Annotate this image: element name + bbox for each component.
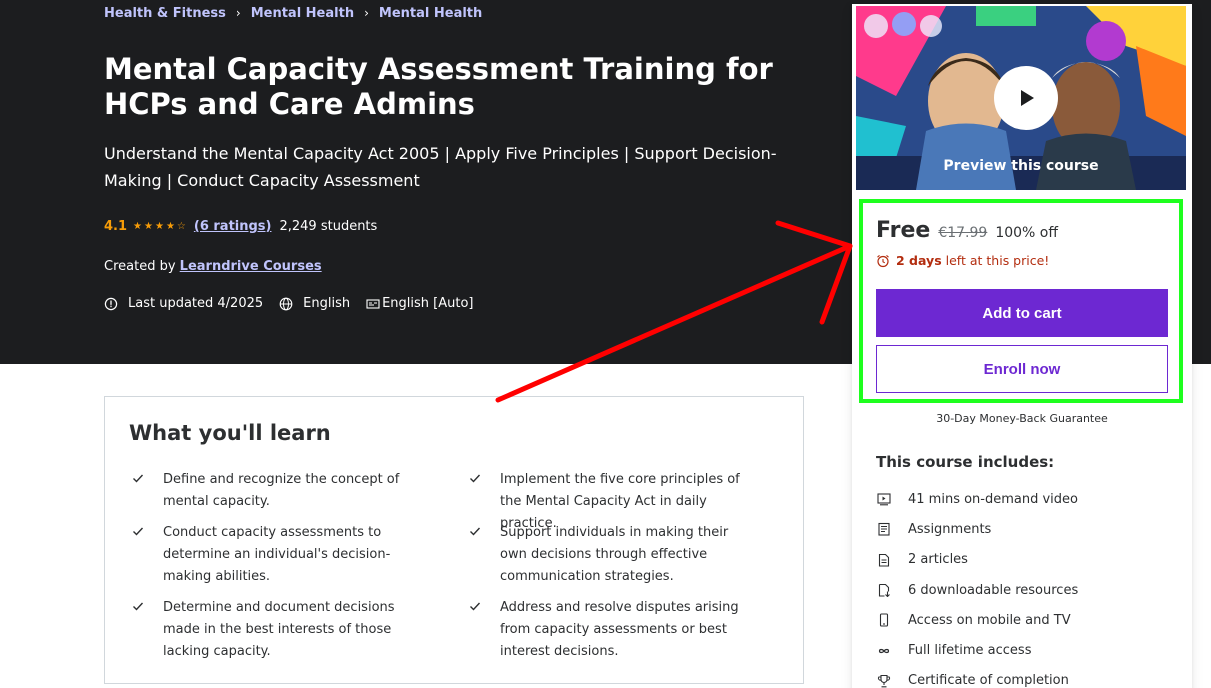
students-count: 2,249 students — [279, 219, 378, 234]
highlight-box — [859, 199, 1183, 403]
check-icon — [470, 527, 481, 536]
download-icon — [876, 582, 892, 598]
infinity-icon — [876, 643, 892, 659]
language: English — [279, 296, 350, 311]
star-icon: ★ — [144, 220, 153, 232]
learn-item: Conduct capacity assessments to determin… — [131, 522, 421, 588]
includes-item-articles: 2 articles — [876, 545, 1078, 575]
chevron-right-icon: › — [235, 6, 241, 20]
closed-captions-icon — [366, 297, 380, 311]
rating-row: 4.1 ★ ★ ★ ★ ☆ (6 ratings) 2,249 students — [104, 219, 377, 234]
includes-item-resources: 6 downloadable resources — [876, 575, 1078, 605]
check-icon — [133, 602, 144, 611]
last-updated: Last updated 4/2025 — [104, 296, 263, 311]
includes-item-mobile: Access on mobile and TV — [876, 605, 1078, 635]
course-preview[interactable]: Preview this course — [856, 6, 1186, 190]
captions: English [Auto] — [366, 296, 474, 311]
includes-item-video: 41 mins on-demand video — [876, 484, 1078, 514]
includes-item-assignments: Assignments — [876, 514, 1078, 544]
rating-value: 4.1 — [104, 219, 128, 234]
learn-item: Address and resolve disputes arising fro… — [468, 597, 758, 663]
play-icon — [1021, 90, 1034, 106]
play-button[interactable] — [994, 66, 1058, 130]
course-subtitle: Understand the Mental Capacity Act 2005 … — [104, 144, 777, 190]
created-by-label: Created by — [104, 259, 176, 274]
mobile-icon — [876, 612, 892, 628]
star-icon: ★ — [165, 220, 175, 232]
trophy-icon — [876, 673, 892, 688]
includes-item-lifetime: Full lifetime access — [876, 635, 1078, 665]
includes-list: 41 mins on-demand video Assignments 2 ar… — [876, 484, 1078, 688]
learn-item: Define and recognize the concept of ment… — [131, 469, 421, 513]
chevron-right-icon: › — [364, 6, 369, 20]
star-icon: ★ — [133, 220, 142, 232]
language-text: English — [303, 296, 351, 311]
captions-text: English [Auto] — [382, 296, 474, 311]
created-by: Created by Learndrive Courses — [104, 259, 322, 274]
course-title: Mental Capacity Assessment Training for … — [104, 52, 773, 121]
check-icon — [470, 602, 481, 611]
check-icon — [470, 474, 481, 483]
preview-caption: Preview this course — [943, 158, 1099, 174]
alert-clock-icon — [104, 297, 118, 311]
last-updated-text: Last updated 4/2025 — [128, 296, 264, 311]
what-youll-learn: What you'll learn Define and recognize t… — [104, 396, 804, 684]
globe-icon — [279, 297, 293, 311]
includes-title: This course includes: — [876, 453, 1055, 471]
breadcrumb-item-mental-health[interactable]: Mental Health — [251, 6, 354, 21]
breadcrumb-item-mental-health-topic[interactable]: Mental Health — [379, 6, 482, 21]
check-icon — [133, 474, 144, 483]
course-meta: Last updated 4/2025 English English [Aut… — [104, 296, 490, 311]
learn-item: Support individuals in making their own … — [468, 522, 758, 588]
author-link[interactable]: Learndrive Courses — [180, 259, 322, 274]
star-empty-icon: ☆ — [176, 220, 186, 232]
learn-title: What you'll learn — [129, 421, 331, 445]
includes-item-certificate: Certificate of completion — [876, 666, 1078, 688]
money-back-guarantee: 30-Day Money-Back Guarantee — [936, 412, 1108, 425]
learn-item: Determine and document decisions made in… — [131, 597, 421, 663]
breadcrumb-item-health-fitness[interactable]: Health & Fitness — [104, 6, 226, 21]
article-icon — [876, 552, 892, 568]
check-icon — [133, 527, 144, 536]
breadcrumb: Health & Fitness › Mental Health › Menta… — [104, 4, 482, 22]
ratings-link[interactable]: (6 ratings) — [194, 219, 272, 234]
star-icon: ★ — [154, 220, 164, 232]
video-icon — [876, 491, 892, 507]
assignment-icon — [876, 521, 892, 537]
star-rating: ★ ★ ★ ★ ☆ — [133, 220, 186, 232]
